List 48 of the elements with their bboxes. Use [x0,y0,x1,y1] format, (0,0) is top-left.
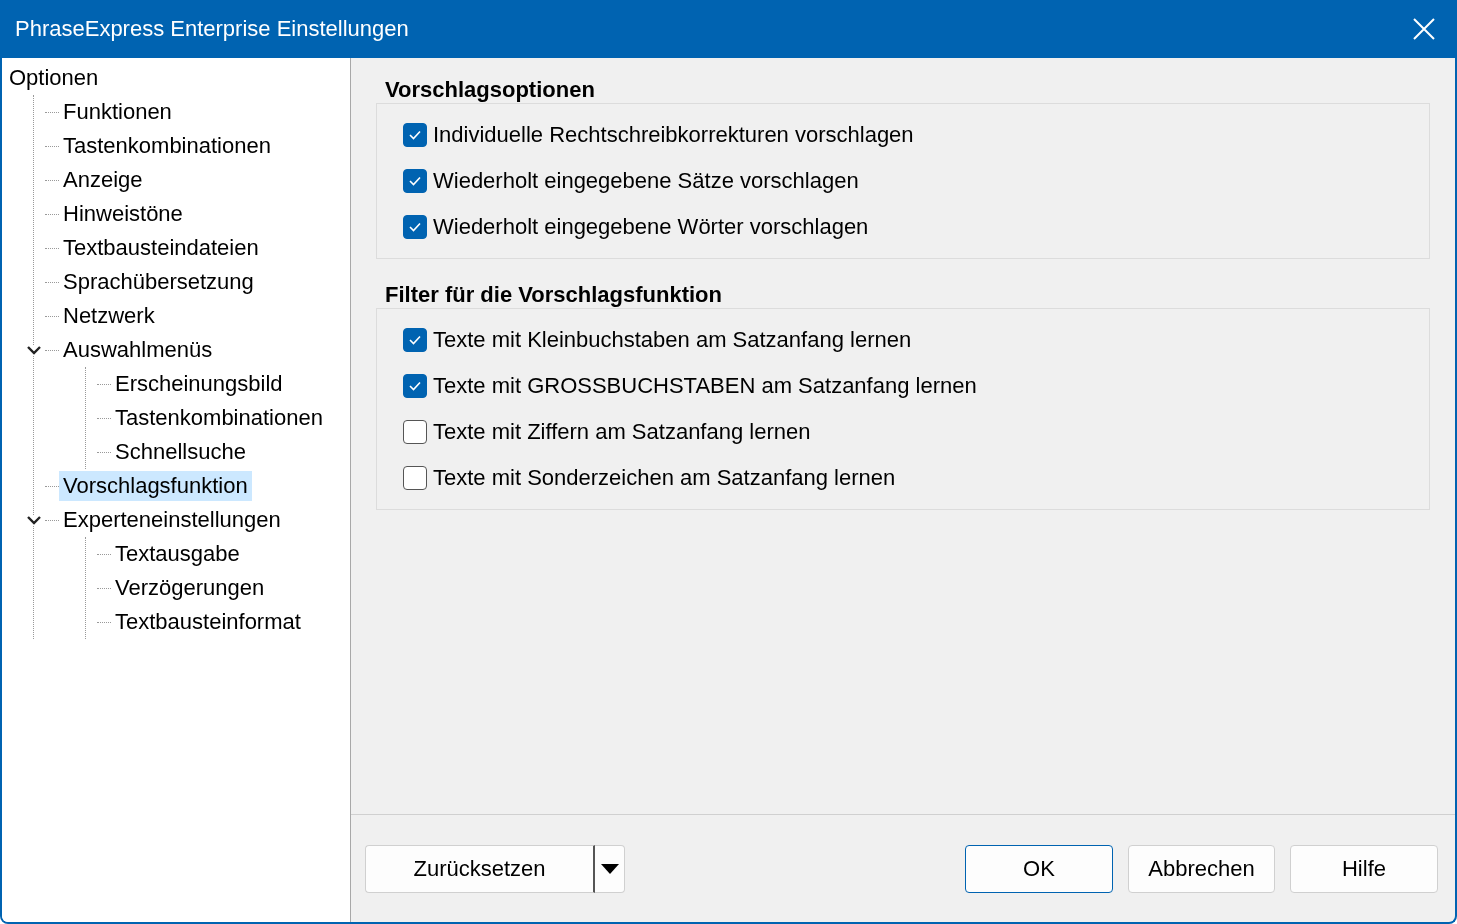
tree-item[interactable]: Funktionen [59,97,176,127]
tree-item[interactable]: Textausgabe [111,539,244,569]
collapse-chevron-icon[interactable] [26,515,42,525]
close-icon [1413,18,1435,40]
window-title: PhraseExpress Enterprise Einstellungen [15,16,409,42]
checkmark-icon [408,334,422,346]
tree-item[interactable]: Hinweistöne [59,199,187,229]
checkbox-option[interactable]: Texte mit Kleinbuchstaben am Satzanfang lernen [403,317,1429,363]
checkmark-icon [408,175,422,187]
tree-item[interactable]: Vorschlagsfunktion [59,471,252,501]
tree-item[interactable]: Auswahlmenüs [59,335,217,365]
tree-item[interactable]: Sprachübersetzung [59,267,258,297]
tree-item[interactable]: Netzwerk [59,301,159,331]
checkmark-icon [408,221,422,233]
collapse-chevron-icon[interactable] [26,345,42,355]
tree-item[interactable]: Tastenkombinationen [59,131,275,161]
checkbox[interactable] [403,374,427,398]
tree-item[interactable]: Textbausteinformat [111,607,305,637]
caret-icon [600,863,619,874]
dialog-button[interactable]: OK [965,844,1113,893]
checkbox-option[interactable]: Wiederholt eingegebene Sätze vorschlagen [403,158,1429,204]
tree-item[interactable]: Textbausteindateien [59,233,263,263]
group-title: Filter für die Vorschlagsfunktion [384,281,722,309]
checkbox[interactable] [403,169,427,193]
tree-item[interactable]: Optionen [2,63,103,93]
checkbox-option[interactable]: Texte mit Sonderzeichen am Satzanfang lernen [403,455,1429,501]
checkbox-option[interactable]: Texte mit GROSSBUCHSTABEN am Satzanfang lernen [403,363,1429,409]
checkbox-option[interactable]: Wiederholt eingegebene Wörter vorschlagen [403,204,1429,250]
tree-item[interactable]: Anzeige [59,165,147,195]
group-title: Vorschlagsoptionen [384,76,595,104]
checkbox-option[interactable]: Texte mit Ziffern am Satzanfang lernen [403,409,1429,455]
reset-button[interactable]: Zurücksetzen [365,844,595,893]
checkbox[interactable] [403,123,427,147]
checkbox[interactable] [403,328,427,352]
checkbox[interactable] [403,215,427,239]
dropdown-button[interactable] [595,844,625,893]
checkbox-option[interactable]: Individuelle Rechtschreibkorrekturen vorschlagen [403,112,1429,158]
checkmark-icon [408,380,422,392]
tree-item[interactable]: Experteneinstellungen [59,505,285,535]
checkbox[interactable] [403,420,427,444]
tree-item[interactable]: Erscheinungsbild [111,369,287,399]
tree-item[interactable]: Verzögerungen [111,573,269,603]
dialog-button[interactable]: Hilfe [1290,844,1438,893]
checkbox[interactable] [403,466,427,490]
tree-item[interactable]: Tastenkombinationen [111,403,327,433]
checkmark-icon [408,129,422,141]
tree-item[interactable]: Schnellsuche [111,437,250,467]
dialog-button[interactable]: Abbrechen [1128,844,1275,893]
